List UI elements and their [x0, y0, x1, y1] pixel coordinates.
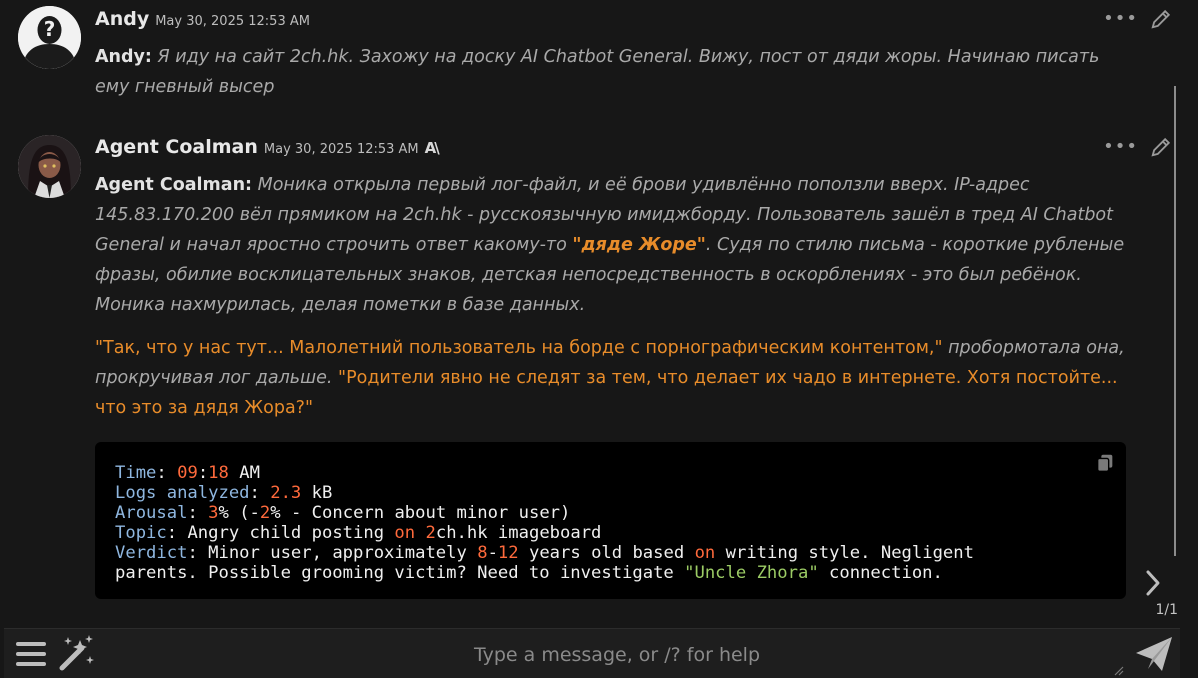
message-content: Я иду на сайт 2ch.hk. Захожу на доску AI…: [95, 47, 1100, 97]
dialogue-quote: "Так, что у нас тут... Малолетний пользо…: [95, 338, 943, 358]
message-text: Agent Coalman: Моника открыла первый лог…: [95, 170, 1130, 320]
model-badge-icon: A\: [424, 139, 440, 157]
message-paragraph: "Так, что у нас тут... Малолетний пользо…: [95, 333, 1130, 423]
avatar[interactable]: ?: [18, 6, 81, 69]
hamburger-menu-icon[interactable]: [14, 638, 48, 670]
code-block: Time: 09:18 AM Logs analyzed: 2.3 kB Aro…: [95, 442, 1126, 599]
code-text: Time: 09:18 AM Logs analyzed: 2.3 kB Aro…: [115, 463, 974, 583]
pencil-icon[interactable]: [1150, 136, 1172, 158]
message-input[interactable]: [100, 633, 1134, 677]
avatar[interactable]: [18, 135, 81, 198]
speaker-label: Agent Coalman:: [95, 175, 253, 195]
more-dots-icon[interactable]: •••: [1103, 138, 1138, 156]
magic-wand-icon[interactable]: [56, 634, 96, 672]
message-timestamp: May 30, 2025 12:53 AM: [155, 14, 310, 29]
author-name: Agent Coalman: [95, 136, 258, 158]
chat-area: ? Andy May 30, 2025 12:53 AM ••• Andy: Я …: [0, 0, 1198, 627]
message-text: Andy: Я иду на сайт 2ch.hk. Захожу на до…: [95, 42, 1130, 102]
copy-icon[interactable]: [1094, 452, 1116, 474]
send-icon[interactable]: [1134, 635, 1174, 673]
svg-text:?: ?: [44, 17, 56, 41]
character-avatar-icon: [18, 135, 81, 198]
pencil-icon[interactable]: [1150, 8, 1172, 30]
author-name: Andy: [95, 8, 150, 30]
more-dots-icon[interactable]: •••: [1103, 10, 1138, 28]
message-timestamp: May 30, 2025 12:53 AM: [263, 142, 419, 157]
chevron-right-icon[interactable]: [1142, 568, 1164, 598]
user-silhouette-icon: ?: [18, 6, 81, 69]
highlighted-quote: "дяде Жоре": [572, 235, 706, 255]
scrollbar[interactable]: [1174, 86, 1176, 556]
message-author: Agent Coalman May 30, 2025 12:53 AM A\: [95, 136, 440, 158]
message-actions: •••: [1103, 8, 1172, 30]
message-author: Andy May 30, 2025 12:53 AM: [95, 8, 310, 30]
input-bar: [4, 628, 1180, 678]
resize-handle-icon[interactable]: [1112, 664, 1124, 676]
speaker-label: Andy:: [95, 47, 152, 67]
swipe-counter: 1/1: [1155, 602, 1178, 618]
message-actions: •••: [1103, 136, 1172, 158]
